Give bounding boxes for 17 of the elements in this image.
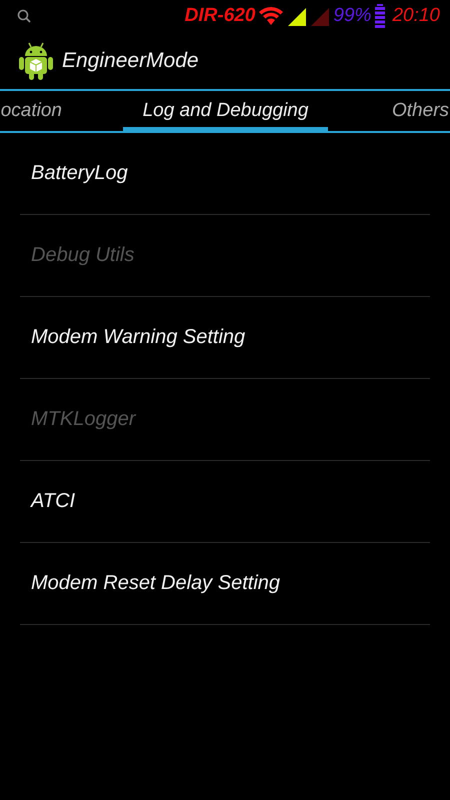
search-icon xyxy=(17,9,31,23)
signal-icon xyxy=(310,6,330,26)
tab[interactable]: Others xyxy=(328,91,450,131)
menu-item[interactable]: Modem Warning Setting xyxy=(20,316,256,359)
menu-item[interactable]: ATCI xyxy=(20,480,86,523)
clock: 20:10 xyxy=(392,5,440,27)
signal-icon xyxy=(287,6,308,26)
app-title: EngineerMode xyxy=(62,48,199,72)
tab[interactable]: ocation xyxy=(0,91,123,131)
wifi-icon xyxy=(258,6,284,26)
menu-item[interactable]: BatteryLog xyxy=(20,152,139,195)
battery-icon xyxy=(374,4,386,28)
tab[interactable]: Log and Debugging xyxy=(123,91,328,131)
menu-item[interactable]: Modem Reset Delay Setting xyxy=(20,562,292,605)
android-robot-icon xyxy=(18,40,54,80)
network-name: DIR-620 xyxy=(184,5,256,27)
battery-percent: 99% xyxy=(333,5,372,27)
